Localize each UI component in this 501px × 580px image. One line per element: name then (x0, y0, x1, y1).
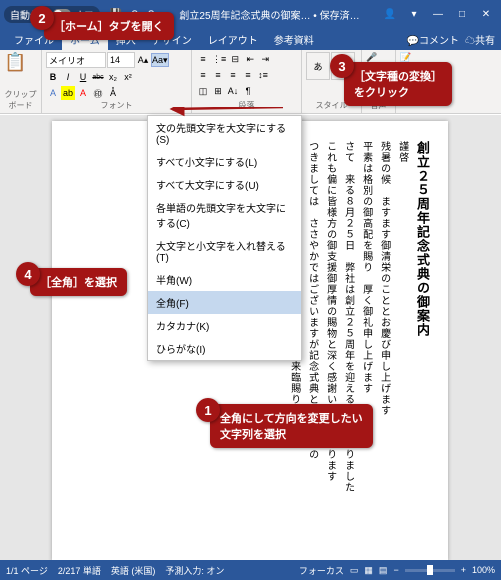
close-icon[interactable]: ✕ (475, 9, 497, 20)
font-name[interactable]: メイリオ (46, 52, 106, 68)
callout-2: ［ホーム］タブを開く (44, 12, 174, 40)
change-case-dropdown: 文の先頭文字を大文字にする(S) すべて小文字にする(L) すべて大文字にする(… (147, 115, 302, 361)
change-case-button[interactable]: Aa▾ (151, 53, 169, 67)
enclose-button[interactable]: ㊞ (91, 86, 105, 100)
font-size[interactable]: 14 (107, 52, 135, 68)
sub-button[interactable]: x₂ (106, 70, 120, 84)
highlight-button[interactable]: ab (61, 86, 75, 100)
status-predict[interactable]: 予測入力: オン (165, 564, 224, 577)
group-font: フォント (46, 100, 187, 111)
doc-line: 残暑の候 ますます御清栄のこととお慶び申し上げます (375, 141, 393, 521)
ribbon-opts-icon[interactable]: ▾ (403, 9, 425, 20)
badge-4: 4 (16, 262, 40, 286)
align-left-icon[interactable]: ≡ (196, 68, 210, 82)
status-page[interactable]: 1/1 ページ (6, 564, 48, 577)
borders-icon[interactable]: ⊞ (211, 84, 225, 98)
case-upper[interactable]: すべて大文字にする(U) (148, 173, 301, 196)
view-print-icon[interactable]: ▦ (364, 565, 373, 576)
show-marks-icon[interactable]: ¶ (241, 84, 255, 98)
badge-3: 3 (330, 54, 354, 78)
view-read-icon[interactable]: ▭ (350, 565, 359, 576)
zoom-out-icon[interactable]: − (393, 565, 398, 575)
case-toggle[interactable]: 大文字と小文字を入れ替える(T) (148, 234, 301, 268)
case-hiragana[interactable]: ひらがな(I) (148, 337, 301, 360)
doc-line: つきましては ささやかではございますが記念式典と心ばかりの (303, 141, 321, 521)
doc-line: 平素は格別の御高配を賜り 厚く御礼申し上げます (357, 141, 375, 521)
ruby-button[interactable]: A̽ (106, 86, 120, 100)
sort-icon[interactable]: A↓ (226, 84, 240, 98)
bold-button[interactable]: B (46, 70, 60, 84)
minimize-icon[interactable]: — (427, 9, 449, 20)
case-capitalize[interactable]: 各単語の先頭文字を大文字にする(C) (148, 196, 301, 234)
underline-button[interactable]: U (76, 70, 90, 84)
case-fullwidth[interactable]: 全角(F) (148, 291, 301, 314)
focus-button[interactable]: フォーカス (299, 564, 344, 577)
callout-1: 全角にして方向を変更したい 文字列を選択 (210, 404, 373, 448)
tab-share[interactable]: ☁共有 (465, 32, 495, 47)
align-center-icon[interactable]: ≡ (211, 68, 225, 82)
status-words[interactable]: 2/217 単語 (58, 564, 101, 577)
callout-3: ［文字種の変換］ をクリック (344, 62, 452, 106)
case-katakana[interactable]: カタカナ(K) (148, 314, 301, 337)
zoom-level[interactable]: 100% (472, 565, 495, 575)
zoom-in-icon[interactable]: + (461, 565, 466, 575)
zoom-slider[interactable] (405, 569, 455, 572)
font-color-button[interactable]: A (76, 86, 90, 100)
indent-dec-icon[interactable]: ⇤ (243, 52, 257, 66)
tab-layout[interactable]: レイアウト (200, 29, 266, 50)
group-paragraph: 段落 (196, 100, 297, 111)
statusbar: 1/1 ページ 2/217 単語 英語 (米国) 予測入力: オン フォーカス … (0, 560, 501, 580)
case-sentence[interactable]: 文の先頭文字を大文字にする(S) (148, 116, 301, 150)
multilevel-icon[interactable]: ⊟ (228, 52, 242, 66)
doc-line: 謹啓 (393, 141, 411, 521)
doc-line: これも偏に皆様方の御支援御厚情の賜物と深く感謝いたしております (321, 141, 339, 521)
line-spacing-icon[interactable]: ↕≡ (256, 68, 270, 82)
strike-button[interactable]: abc (91, 70, 105, 84)
effects-button[interactable]: A (46, 86, 60, 100)
status-lang[interactable]: 英語 (米国) (111, 564, 156, 577)
doc-title: 創立２５周年記念式典の御案内 (411, 141, 434, 521)
tab-references[interactable]: 参考資料 (266, 29, 322, 50)
group-clipboard: クリップボード (4, 89, 37, 111)
user-avatar[interactable]: 👤 (379, 9, 401, 20)
shading-icon[interactable]: ◫ (196, 84, 210, 98)
italic-button[interactable]: I (61, 70, 75, 84)
grow-font-icon[interactable]: A▴ (136, 53, 150, 67)
callout-4: ［全角］を選択 (30, 268, 127, 296)
case-lower[interactable]: すべて小文字にする(L) (148, 150, 301, 173)
window-title: 創立25周年記念式典の御案… • 保存済… (160, 7, 379, 22)
maximize-icon[interactable]: □ (451, 9, 473, 20)
badge-1: 1 (196, 398, 220, 422)
indent-inc-icon[interactable]: ⇥ (258, 52, 272, 66)
paste-button[interactable]: 📋 (4, 52, 37, 73)
view-web-icon[interactable]: ▤ (379, 565, 388, 576)
tab-comment[interactable]: 💬コメント (407, 32, 459, 47)
sup-button[interactable]: x² (121, 70, 135, 84)
doc-line: さて 来る８月２５日 弊社は創立２５周年を迎えることとなりました (339, 141, 357, 521)
numbering-icon[interactable]: ⋮≡ (211, 52, 227, 66)
style-normal[interactable]: あ (306, 52, 330, 80)
justify-icon[interactable]: ≡ (241, 68, 255, 82)
bullets-icon[interactable]: ≡ (196, 52, 210, 66)
case-halfwidth[interactable]: 半角(W) (148, 268, 301, 291)
align-right-icon[interactable]: ≡ (226, 68, 240, 82)
badge-2: 2 (30, 6, 54, 30)
